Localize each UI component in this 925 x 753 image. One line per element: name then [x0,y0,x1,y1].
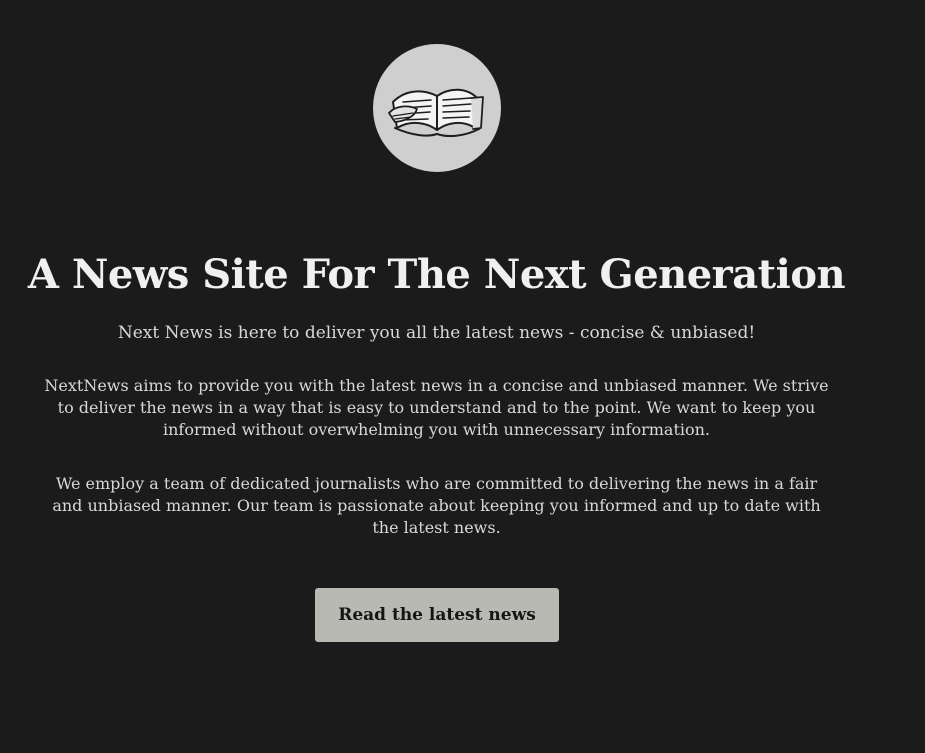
landing-page: A News Site For The Next Generation Next… [0,0,873,753]
team-paragraph: We employ a team of dedicated journalist… [52,474,821,537]
newspaper-icon [388,88,484,138]
hero-tagline: Next News is here to deliver you all the… [117,323,756,343]
site-logo [373,44,501,172]
read-latest-news-button[interactable]: Read the latest news [315,588,559,642]
hero-title: A News Site For The Next Generation [27,250,846,298]
intro-paragraph: NextNews aims to provide you with the la… [44,376,829,439]
